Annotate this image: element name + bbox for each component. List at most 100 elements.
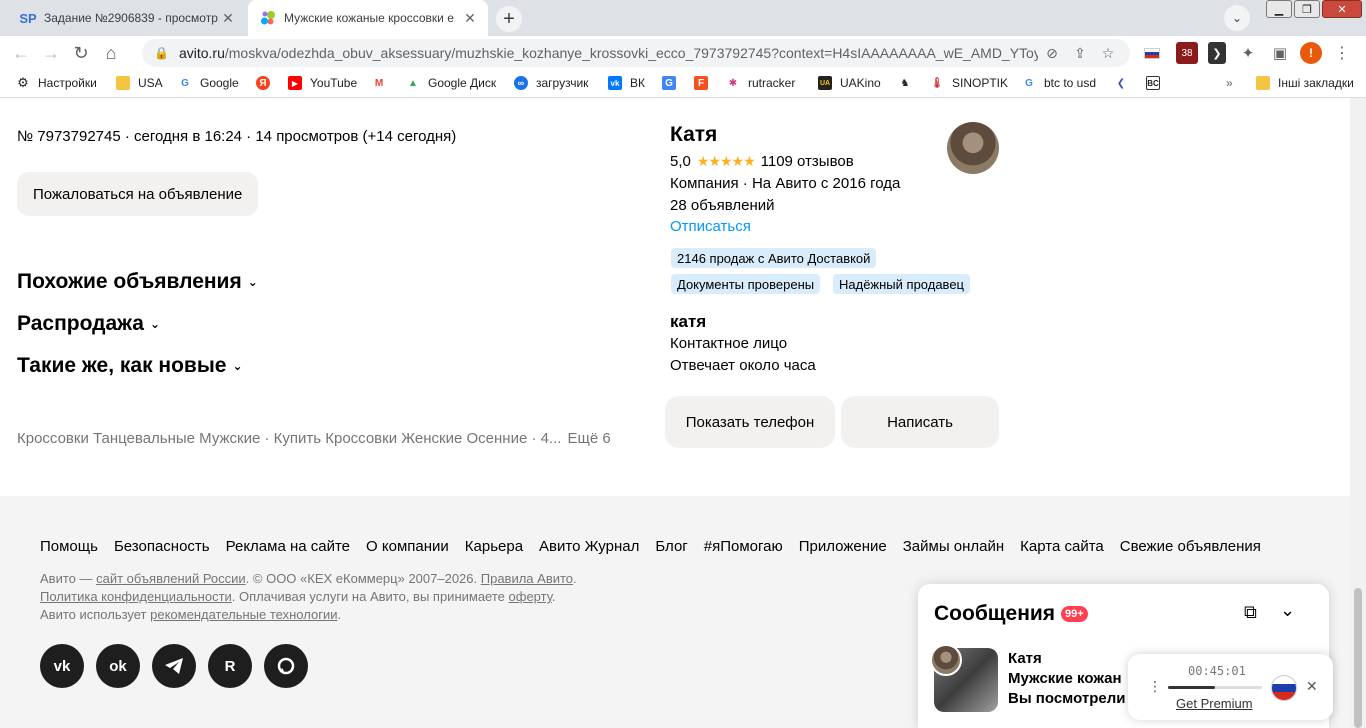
tab-close-icon[interactable]: ✕ <box>460 8 480 28</box>
tab-title: Задание №2906839 - просмотр <box>44 11 218 25</box>
vk-icon[interactable]: vk <box>40 644 84 688</box>
more-tags-link[interactable]: Ещё 6 <box>567 430 610 447</box>
offer-link[interactable]: оферту <box>509 589 552 604</box>
footer-link-career[interactable]: Карьера <box>465 538 523 555</box>
close-window-button[interactable]: ✕ <box>1322 0 1362 18</box>
rules-link[interactable]: Правила Авито <box>481 571 573 586</box>
extension-badge-icon[interactable]: 38 <box>1176 42 1198 64</box>
close-icon[interactable]: ✕ <box>1306 678 1318 695</box>
get-premium-link[interactable]: Get Premium <box>1176 696 1253 711</box>
footer-link-sitemap[interactable]: Карта сайта <box>1020 538 1104 555</box>
bookmark-drive[interactable]: ▲ Google Диск <box>406 76 496 90</box>
bookmark-vk[interactable]: vk ВК <box>608 76 645 90</box>
lock-icon[interactable]: 🔒 <box>154 46 169 60</box>
drive-icon: ▲ <box>408 77 418 89</box>
bookmark-downloader[interactable]: ∞ загрузчик <box>514 76 588 90</box>
bookmark-youtube[interactable]: ▶ YouTube <box>288 76 357 90</box>
ru-flag-icon[interactable] <box>1271 675 1297 701</box>
restore-button[interactable]: ❐ <box>1294 0 1320 18</box>
footer-link-security[interactable]: Безопасность <box>114 538 210 555</box>
blocked-icon[interactable]: ⊘ <box>1038 45 1066 62</box>
tags-links[interactable]: Кроссовки Танцевальные Мужские · Купить … <box>17 430 561 447</box>
tab-avito[interactable]: Мужские кожаные кроссовки e ✕ <box>248 0 488 36</box>
seller-name[interactable]: Катя <box>670 123 717 147</box>
chat-thumbnail[interactable] <box>930 644 998 712</box>
address-bar[interactable]: 🔒 avito.ru/moskva/odezhda_obuv_aksessuar… <box>142 39 1130 67</box>
profile-avatar[interactable]: ! <box>1300 42 1322 64</box>
sidebar-icon[interactable]: ▣ <box>1270 42 1290 64</box>
footer-link-fresh[interactable]: Свежие объявления <box>1120 538 1261 555</box>
home-icon[interactable]: ⌂ <box>96 38 126 68</box>
tab-close-icon[interactable]: ✕ <box>218 8 238 28</box>
chat-name[interactable]: Катя <box>1008 650 1042 667</box>
rating-value: 5,0 <box>670 153 691 170</box>
sale-toggle[interactable]: Распродажа ⌄ <box>17 312 160 336</box>
site-link[interactable]: сайт объявлений России <box>96 571 246 586</box>
privacy-link[interactable]: Политика конфиденциальности <box>40 589 232 604</box>
bookmark-rutracker[interactable]: ✱ rutracker <box>726 76 796 90</box>
bookmark-other[interactable]: Інші закладки <box>1256 76 1354 90</box>
write-message-button[interactable]: Написать <box>841 396 999 448</box>
recommendation-tech-link[interactable]: рекомендательные технологии <box>150 607 337 622</box>
dzen-icon[interactable] <box>264 644 308 688</box>
bookmark-translate[interactable]: G <box>662 76 684 90</box>
reviews-link[interactable]: 1109 отзывов <box>761 153 854 170</box>
chevron-down-icon[interactable]: ⌄ <box>1280 600 1295 621</box>
delivery-badge: 2146 продаж с Авито Доставкой <box>671 248 877 268</box>
share-icon[interactable]: ⇪ <box>1066 45 1094 62</box>
seller-ads-count[interactable]: 28 объявлений <box>670 197 775 214</box>
telegram-icon[interactable] <box>152 644 196 688</box>
chess-icon: ♞ <box>900 77 910 89</box>
scrollbar-thumb[interactable] <box>1354 588 1362 728</box>
bookmark-sinoptik[interactable]: 🌡 SINOPTIK <box>930 76 1008 90</box>
bookmark-f[interactable]: F <box>694 76 716 90</box>
reload-icon[interactable]: ↻ <box>66 38 96 68</box>
bookmark-usa[interactable]: USA <box>116 76 163 90</box>
bookmark-gmail[interactable]: M <box>372 76 394 90</box>
report-ad-button[interactable]: Пожаловаться на объявление <box>17 172 259 216</box>
chat-item-title[interactable]: Мужские кожан <box>1008 670 1128 687</box>
footer-link-journal[interactable]: Авито Журнал <box>539 538 639 555</box>
like-new-toggle[interactable]: Такие же, как новые ⌄ <box>17 354 243 378</box>
new-tab-button[interactable]: + <box>496 6 522 32</box>
bookmark-arrow[interactable]: ❮ <box>1114 76 1136 90</box>
menu-dots-icon[interactable]: ⋮ <box>1332 42 1352 64</box>
bookmark-google[interactable]: G Google <box>178 76 239 90</box>
minimize-button[interactable]: ▁ <box>1266 0 1292 18</box>
footer-link-ads[interactable]: Реклама на сайте <box>226 538 350 555</box>
vpn-menu-icon[interactable]: ⋮ <box>1148 678 1162 695</box>
tab-task[interactable]: SP Задание №2906839 - просмотр ✕ <box>8 0 246 36</box>
rutube-icon[interactable]: R <box>208 644 252 688</box>
seller-avatar[interactable] <box>947 122 999 174</box>
show-phone-button[interactable]: Показать телефон <box>665 396 835 448</box>
bookmark-settings[interactable]: ⚙ Настройки <box>16 75 97 90</box>
terminal-extension-icon[interactable]: ❯ <box>1208 42 1226 64</box>
unsubscribe-link[interactable]: Отписаться <box>670 218 751 235</box>
tab-search-chevron-icon[interactable]: ⌄ <box>1224 5 1250 31</box>
url-text[interactable]: avito.ru/moskva/odezhda_obuv_aksessuary/… <box>179 45 1038 61</box>
bookmark-yandex[interactable]: Я <box>256 76 278 90</box>
contact-name: катя <box>670 312 707 331</box>
bookmark-uakino[interactable]: UA UAKino <box>818 76 881 90</box>
forward-icon[interactable]: → <box>36 38 66 68</box>
footer-link-app[interactable]: Приложение <box>799 538 887 555</box>
bookmark-bc[interactable]: BC <box>1146 76 1168 90</box>
back-icon[interactable]: ← <box>6 38 36 68</box>
bookmark-btc[interactable]: Gbtc to usd <box>1022 76 1096 90</box>
open-external-icon[interactable]: ⧉ <box>1244 602 1257 623</box>
footer-link-blog[interactable]: Блог <box>655 538 687 555</box>
window-controls: ▁ ❐ ✕ <box>1264 0 1362 18</box>
ru-flag-extension-icon[interactable] <box>1144 42 1160 64</box>
footer-link-loans[interactable]: Займы онлайн <box>903 538 1004 555</box>
bookmark-chess[interactable]: ♞ <box>898 76 920 90</box>
footer-link-help[interactable]: Помощь <box>40 538 98 555</box>
page-scrollbar[interactable] <box>1350 98 1366 728</box>
chat-last-message[interactable]: Вы посмотрели <box>1008 690 1128 707</box>
odnoklassniki-icon[interactable]: ok <box>96 644 140 688</box>
similar-ads-toggle[interactable]: Похожие объявления ⌄ <box>17 270 258 294</box>
more-bookmarks-chevron-icon[interactable]: » <box>1226 76 1233 90</box>
puzzle-extensions-icon[interactable]: ✦ <box>1238 42 1258 64</box>
footer-link-help-charity[interactable]: #яПомогаю <box>704 538 783 555</box>
bookmark-star-icon[interactable]: ☆ <box>1094 45 1122 62</box>
footer-link-about[interactable]: О компании <box>366 538 449 555</box>
